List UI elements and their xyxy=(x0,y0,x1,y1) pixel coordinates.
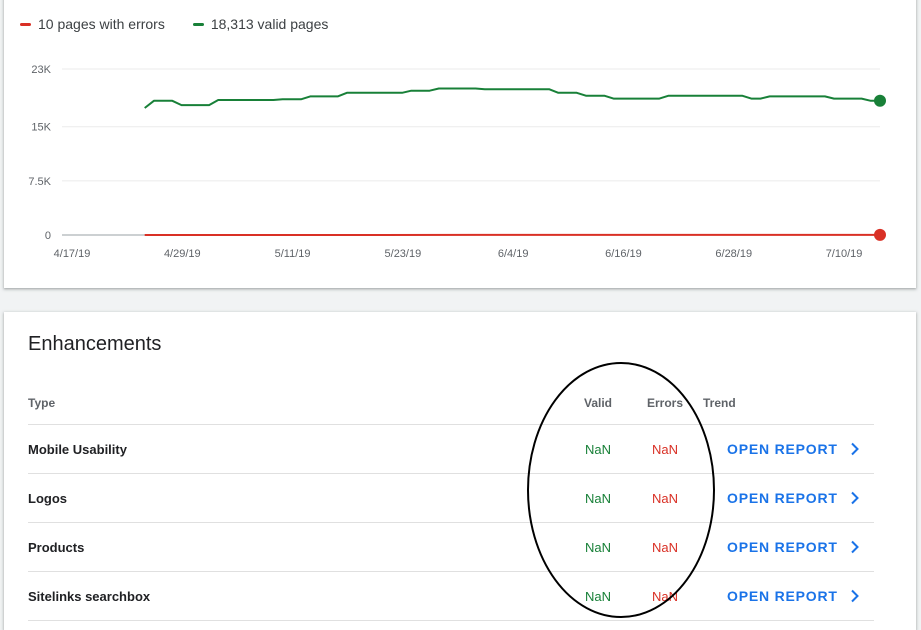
row-type-name: Products xyxy=(28,523,84,571)
enhancements-table: Type Valid Errors Trend Mobile Usability… xyxy=(28,382,874,621)
open-report-button[interactable]: OPEN REPORT xyxy=(727,474,860,522)
row-type-name: Mobile Usability xyxy=(28,425,127,473)
open-report-label: OPEN REPORT xyxy=(727,588,838,604)
row-errors-value: NaN xyxy=(633,572,697,620)
chevron-right-icon xyxy=(850,442,860,456)
y-tick-label: 15K xyxy=(31,122,51,134)
coverage-chart-card: 23K 15K 7.5K 04/17/19 4/29/19 5/11/19 5/23/19 6… xyxy=(4,0,916,288)
row-errors-value: NaN xyxy=(633,474,697,522)
row-valid-value: NaN xyxy=(569,474,627,522)
table-row[interactable]: Products NaN NaN OPEN REPORT xyxy=(28,523,874,572)
chevron-right-icon xyxy=(850,491,860,505)
x-tick-label: 6/4/19 xyxy=(498,248,529,260)
open-report-label: OPEN REPORT xyxy=(727,539,838,555)
open-report-label: OPEN REPORT xyxy=(727,441,838,457)
y-tick-label: 7.5K xyxy=(28,176,51,188)
row-errors-value: NaN xyxy=(633,523,697,571)
errors-series-end-point xyxy=(874,229,886,241)
row-valid-value: NaN xyxy=(569,523,627,571)
legend-label-valid: 18,313 valid pages xyxy=(211,16,329,32)
open-report-button[interactable]: OPEN REPORT xyxy=(727,572,860,620)
header-errors: Errors xyxy=(633,382,697,424)
header-type: Type xyxy=(28,382,55,424)
open-report-button[interactable]: OPEN REPORT xyxy=(727,523,860,571)
table-row[interactable]: Sitelinks searchbox NaN NaN OPEN REPORT xyxy=(28,572,874,621)
x-tick-label: 5/11/19 xyxy=(275,248,311,260)
chevron-right-icon xyxy=(850,540,860,554)
x-tick-label: 4/17/19 xyxy=(54,248,91,260)
open-report-button[interactable]: OPEN REPORT xyxy=(727,425,860,473)
x-tick-label: 4/29/19 xyxy=(164,248,201,260)
row-type-name: Logos xyxy=(28,474,67,522)
chart-legend: 10 pages with errors 18,313 valid pages xyxy=(20,16,328,32)
header-trend: Trend xyxy=(703,382,736,424)
legend-item-valid[interactable]: 18,313 valid pages xyxy=(193,16,329,32)
open-report-label: OPEN REPORT xyxy=(727,490,838,506)
enhancements-title: Enhancements xyxy=(28,333,161,356)
row-valid-value: NaN xyxy=(569,572,627,620)
coverage-chart: 23K 15K 7.5K 04/17/19 4/29/19 5/11/19 5/23/19 6… xyxy=(4,0,916,288)
legend-swatch-errors xyxy=(20,23,31,26)
x-tick-label: 6/16/19 xyxy=(605,248,642,260)
header-valid: Valid xyxy=(569,382,627,424)
legend-swatch-valid xyxy=(193,23,204,26)
x-tick-label: 6/28/19 xyxy=(715,248,752,260)
y-tick-label: 0 xyxy=(45,230,51,242)
valid-series-end-point xyxy=(874,95,886,107)
row-type-name: Sitelinks searchbox xyxy=(28,572,150,620)
table-row[interactable]: Logos NaN NaN OPEN REPORT xyxy=(28,474,874,523)
x-tick-label: 7/10/19 xyxy=(826,248,863,260)
row-errors-value: NaN xyxy=(633,425,697,473)
x-tick-label: 5/23/19 xyxy=(385,248,422,260)
enhancements-card: Enhancements Type Valid Errors Trend Mob… xyxy=(4,312,916,630)
legend-item-errors[interactable]: 10 pages with errors xyxy=(20,16,165,32)
chevron-right-icon xyxy=(850,589,860,603)
table-row[interactable]: Mobile Usability NaN NaN OPEN REPORT xyxy=(28,425,874,474)
valid-series-line xyxy=(145,89,880,109)
y-tick-label: 23K xyxy=(31,64,51,76)
legend-label-errors: 10 pages with errors xyxy=(38,16,165,32)
row-valid-value: NaN xyxy=(569,425,627,473)
table-header-row: Type Valid Errors Trend xyxy=(28,382,874,425)
